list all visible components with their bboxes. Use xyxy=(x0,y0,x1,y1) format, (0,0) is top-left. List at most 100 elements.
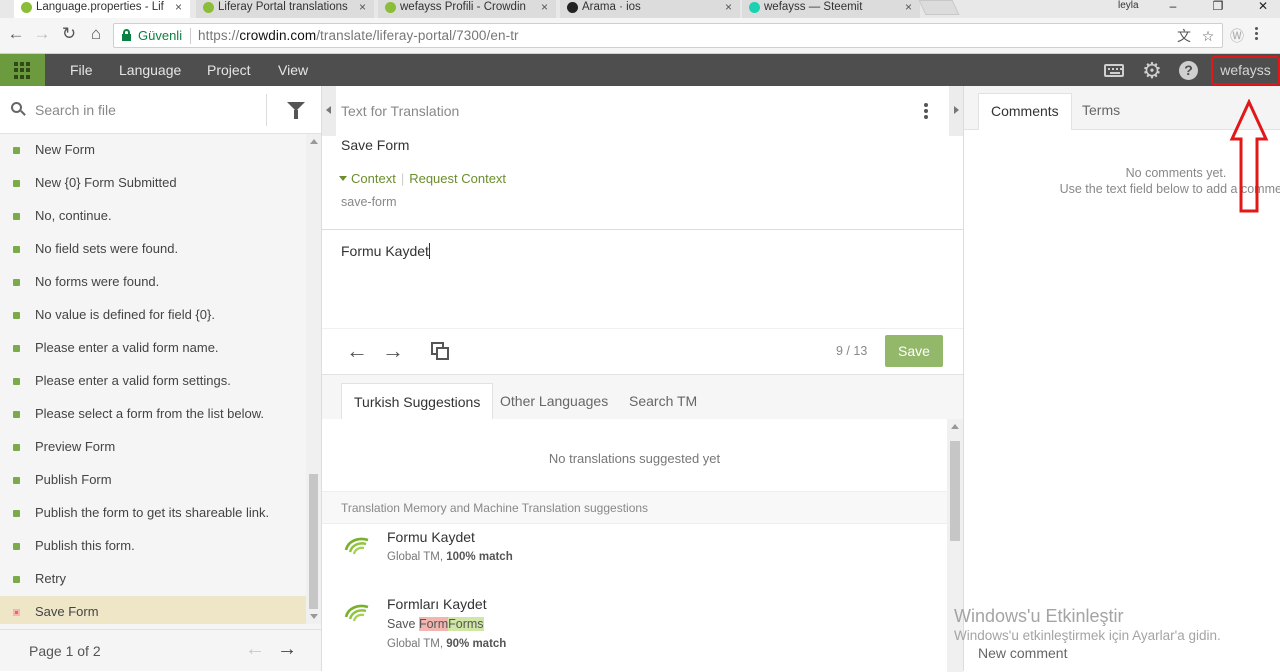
list-item[interactable]: No field sets were found. xyxy=(0,233,306,266)
string-search-bar xyxy=(0,86,321,134)
string-text: Retry xyxy=(35,571,67,586)
filter-icon[interactable] xyxy=(287,102,305,120)
list-item[interactable]: Please enter a valid form name. xyxy=(0,332,306,365)
restore-window-icon[interactable]: ❐ xyxy=(1207,0,1229,13)
list-item[interactable]: Publish Form xyxy=(0,464,306,497)
translation-textarea[interactable]: Formu Kaydet xyxy=(341,243,430,259)
text-caret xyxy=(428,243,430,259)
browser-tab-liferay-portal[interactable]: Liferay Portal translations × xyxy=(196,0,374,18)
menu-project[interactable]: Project xyxy=(207,62,251,78)
previous-string-arrow-icon[interactable]: ← xyxy=(346,340,368,363)
status-dot-icon xyxy=(13,213,20,220)
string-pager: Page 1 of 2 ← → xyxy=(0,629,321,671)
suggestions-body: No translations suggested yet Translatio… xyxy=(322,419,947,672)
list-item[interactable]: No value is defined for field {0}. xyxy=(0,299,306,332)
request-context-link[interactable]: Request Context xyxy=(409,171,506,186)
back-arrow-icon[interactable]: ← xyxy=(6,24,26,44)
list-item[interactable]: No forms were found. xyxy=(0,266,306,299)
tab-search-tm[interactable]: Search TM xyxy=(617,383,709,419)
close-tab-icon[interactable]: × xyxy=(359,0,366,14)
close-tab-icon[interactable]: × xyxy=(905,0,912,14)
close-tab-icon[interactable]: × xyxy=(725,0,732,14)
next-page-arrow-icon[interactable]: → xyxy=(277,639,297,659)
collapse-right-panel-button[interactable] xyxy=(949,86,963,136)
list-item[interactable]: New Form xyxy=(0,134,306,167)
keyboard-shortcuts-icon[interactable] xyxy=(1104,64,1124,77)
status-dot-icon xyxy=(13,378,20,385)
search-divider xyxy=(266,94,267,126)
list-item[interactable]: Preview Form xyxy=(0,431,306,464)
collapse-left-panel-button[interactable] xyxy=(322,86,336,136)
status-dot-icon xyxy=(13,510,20,517)
menu-file[interactable]: File xyxy=(70,62,93,78)
tab-other-languages[interactable]: Other Languages xyxy=(488,383,620,419)
settings-gear-icon[interactable]: ⚙ xyxy=(1141,60,1163,82)
reload-icon[interactable]: ↻ xyxy=(59,24,79,44)
windows-activation-title: Windows'u Etkinleştir xyxy=(954,606,1124,626)
list-item[interactable]: Publish this form. xyxy=(0,530,306,563)
string-text: Publish this form. xyxy=(35,538,135,553)
status-dot-icon xyxy=(13,411,20,418)
minimize-window-icon[interactable]: – xyxy=(1162,0,1184,13)
close-tab-icon[interactable]: × xyxy=(541,0,548,14)
help-icon[interactable]: ? xyxy=(1179,61,1198,80)
status-dot-icon xyxy=(13,543,20,550)
close-tab-icon[interactable]: × xyxy=(175,0,182,14)
string-text: Preview Form xyxy=(35,439,116,454)
save-button[interactable]: Save xyxy=(885,335,943,367)
wordpress-extension-icon[interactable]: Ⓦ xyxy=(1229,28,1245,44)
new-comment-input[interactable] xyxy=(978,645,1268,661)
tab-turkish-suggestions[interactable]: Turkish Suggestions xyxy=(341,383,494,419)
string-list-scrollbar[interactable] xyxy=(306,134,321,624)
tm-source: Global TM, xyxy=(387,551,444,563)
list-item[interactable]: Please enter a valid form settings. xyxy=(0,365,306,398)
context-row: Context | Request Context xyxy=(339,171,506,186)
translate-icon[interactable]: 文 xyxy=(1176,28,1192,44)
url-text[interactable]: https://crowdin.com/translate/liferay-po… xyxy=(198,28,519,43)
tab-comments[interactable]: Comments xyxy=(978,93,1072,130)
apps-grid-button[interactable] xyxy=(0,54,45,86)
os-user-label: leyla xyxy=(1118,0,1139,11)
list-item[interactable]: Please select a form from the list below… xyxy=(0,398,306,431)
context-toggle[interactable]: Context xyxy=(339,171,396,186)
browser-tab-steemit[interactable]: wefayss — Steemit × xyxy=(742,0,920,18)
forward-arrow-icon[interactable]: → xyxy=(32,24,52,44)
source-heading: Text for Translation xyxy=(341,103,460,119)
status-dot-icon xyxy=(13,477,20,484)
close-window-icon[interactable]: ✕ xyxy=(1252,0,1274,13)
string-text: New Form xyxy=(35,142,95,157)
new-tab-button[interactable] xyxy=(918,0,960,15)
list-item[interactable]: Save Form xyxy=(0,596,306,624)
tab-title: Language.properties - Lif xyxy=(36,1,164,13)
tab-terms[interactable]: Terms xyxy=(1070,93,1132,130)
list-item[interactable]: No, continue. xyxy=(0,200,306,233)
string-text: Publish Form xyxy=(35,472,112,487)
tm-source-diff: Save FormForms xyxy=(387,617,484,631)
browser-tab-language-properties[interactable]: Language.properties - Lif × xyxy=(14,0,190,18)
url-field[interactable]: Güvenli https://crowdin.com/translate/li… xyxy=(113,23,1223,48)
list-item[interactable]: Publish the form to get its shareable li… xyxy=(0,497,306,530)
previous-page-arrow-icon[interactable]: ← xyxy=(245,639,265,659)
list-item[interactable]: New {0} Form Submitted xyxy=(0,167,306,200)
browser-menu-icon[interactable] xyxy=(1255,27,1259,45)
more-options-icon[interactable] xyxy=(924,103,928,119)
copy-source-icon[interactable] xyxy=(431,342,450,361)
status-dot-icon xyxy=(13,180,20,187)
browser-tab-strip: Language.properties - Lif × Liferay Port… xyxy=(0,0,1280,18)
next-string-arrow-icon[interactable]: → xyxy=(382,340,404,363)
user-menu-button[interactable]: wefayss xyxy=(1211,56,1280,85)
menu-view[interactable]: View xyxy=(278,62,308,78)
search-in-file-input[interactable] xyxy=(35,100,255,120)
menu-language[interactable]: Language xyxy=(119,62,181,78)
browser-tab-wefayss-profili[interactable]: wefayss Profili - Crowdin × xyxy=(378,0,556,18)
list-item[interactable]: Retry xyxy=(0,563,306,596)
browser-tab-arama-ios[interactable]: Arama · ios × xyxy=(560,0,740,18)
caret-down-icon xyxy=(339,176,347,181)
crowdin-favicon-icon xyxy=(203,2,214,13)
status-dot-icon xyxy=(13,246,20,253)
status-dot-icon xyxy=(13,345,20,352)
tab-title: Liferay Portal translations xyxy=(218,1,348,13)
bookmark-star-icon[interactable]: ☆ xyxy=(1200,28,1216,44)
home-icon[interactable]: ⌂ xyxy=(86,24,106,44)
status-dot-icon xyxy=(13,576,20,583)
